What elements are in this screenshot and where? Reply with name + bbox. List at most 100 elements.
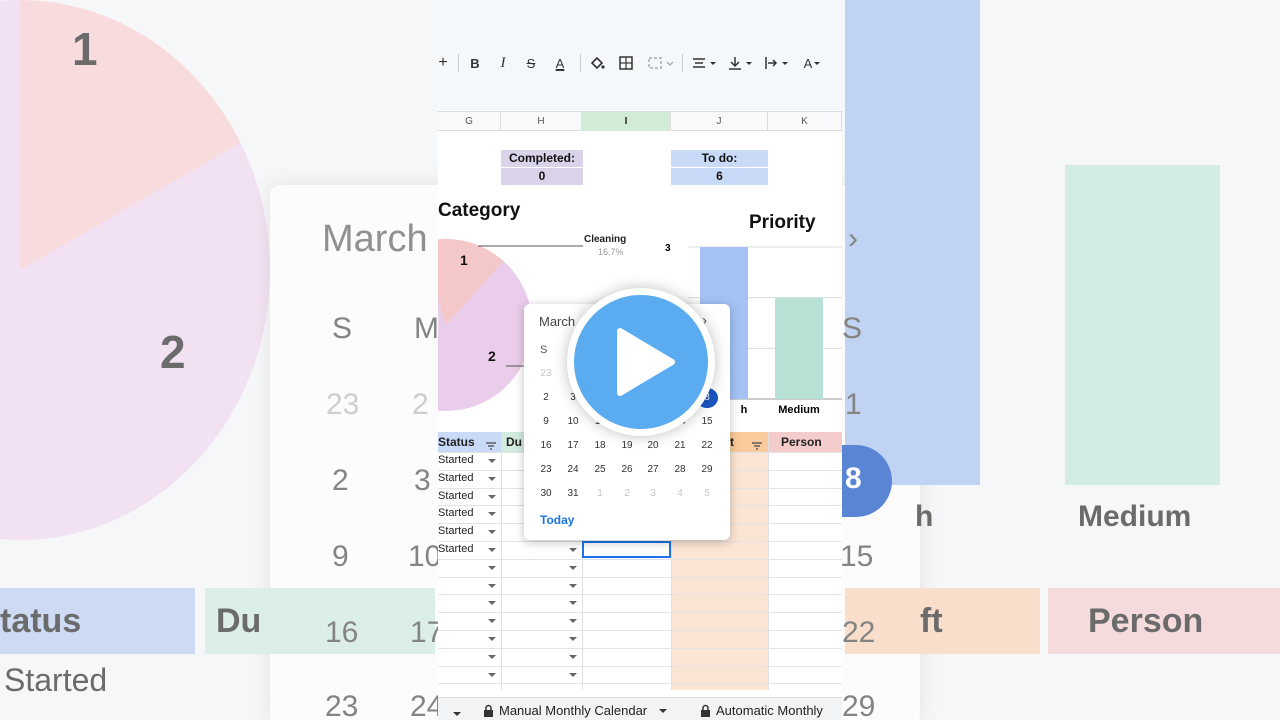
date-cell[interactable]: 19	[616, 436, 638, 456]
dropdown-caret-icon[interactable]	[488, 530, 496, 535]
date-cell[interactable]: 25	[589, 460, 611, 480]
status-cell[interactable]: Started	[438, 454, 473, 466]
italic-button[interactable]: I	[495, 52, 511, 74]
todo-label: To do:	[671, 150, 768, 167]
date-cell[interactable]: 30	[535, 484, 557, 504]
row-divider	[438, 612, 842, 614]
row-divider	[438, 558, 842, 560]
date-cell[interactable]: 5	[696, 484, 718, 504]
date-cell[interactable]: 2	[535, 388, 557, 408]
date-cell[interactable]: 3	[642, 484, 664, 504]
formatting-toolbar: + B I S A A	[438, 0, 842, 110]
todo-value: 6	[671, 168, 768, 185]
dropdown-caret-icon[interactable]	[488, 637, 496, 641]
date-cell[interactable]: 16	[535, 436, 557, 456]
text-color-button[interactable]: A	[549, 52, 571, 74]
date-cell[interactable]: 22	[696, 436, 718, 456]
date-cell[interactable]: 15	[696, 412, 718, 432]
y-tick-label: 3	[665, 243, 671, 254]
dropdown-caret-icon[interactable]	[488, 672, 496, 677]
strikethrough-button[interactable]: S	[523, 52, 539, 74]
sheet-tabs-bar: Manual Monthly Calendar Automatic Monthl…	[438, 697, 842, 720]
dropdown-caret-icon[interactable]	[569, 637, 577, 641]
bold-button[interactable]: B	[467, 52, 483, 74]
borders-icon[interactable]	[617, 52, 635, 74]
date-cell[interactable]: 31	[562, 484, 584, 504]
toolbar-divider	[458, 54, 459, 72]
date-cell[interactable]: 9	[535, 412, 557, 432]
chevron-down-icon[interactable]	[452, 705, 462, 720]
date-cell[interactable]: 2	[616, 484, 638, 504]
dropdown-caret-icon[interactable]	[569, 583, 577, 588]
filter-icon[interactable]	[485, 438, 497, 456]
play-button[interactable]	[567, 288, 715, 436]
date-cell[interactable]: 20	[642, 436, 664, 456]
column-header-k[interactable]: K	[768, 112, 842, 131]
dropdown-caret-icon[interactable]	[488, 565, 496, 570]
date-cell[interactable]: 27	[642, 460, 664, 480]
column-divider	[768, 432, 769, 690]
dropdown-caret-icon[interactable]	[488, 583, 496, 588]
text-rotation-button[interactable]: A	[798, 52, 828, 74]
date-cell[interactable]: 4	[669, 484, 691, 504]
status-cell[interactable]: Started	[438, 490, 473, 502]
toolbar-divider	[580, 54, 581, 72]
column-header-g[interactable]: G	[438, 112, 501, 131]
date-cell[interactable]: 29	[696, 460, 718, 480]
text-wrap-icon[interactable]	[762, 52, 792, 74]
date-cell[interactable]: 24	[562, 460, 584, 480]
today-button[interactable]: Today	[540, 513, 574, 527]
sheet-tab-automatic[interactable]: Automatic Monthly	[700, 703, 823, 718]
toolbar-divider	[682, 54, 683, 72]
paint-bucket-icon[interactable]	[588, 52, 606, 74]
date-cell[interactable]: 1	[589, 484, 611, 504]
dropdown-caret-icon[interactable]	[488, 494, 496, 499]
dropdown-caret-icon[interactable]	[569, 601, 577, 606]
date-cell[interactable]: 28	[669, 460, 691, 480]
dropdown-caret-icon[interactable]	[488, 476, 496, 481]
insert-button[interactable]: +	[438, 52, 448, 74]
x-axis-label: h	[741, 404, 748, 416]
dropdown-caret-icon[interactable]	[488, 459, 496, 463]
dropdown-caret-icon[interactable]	[569, 565, 577, 570]
chevron-down-icon	[659, 708, 668, 713]
pie-label-1: 1	[460, 252, 468, 268]
column-header-i[interactable]: I	[582, 112, 671, 131]
status-cell[interactable]: Started	[438, 472, 473, 484]
date-cell[interactable]: 17	[562, 436, 584, 456]
pie-annotation-cleaning: Cleaning	[584, 234, 627, 245]
filter-icon[interactable]	[751, 438, 763, 456]
dropdown-caret-icon[interactable]	[569, 672, 577, 677]
column-header-h[interactable]: H	[501, 112, 582, 131]
vertical-align-icon[interactable]	[726, 52, 756, 74]
active-cell[interactable]	[582, 541, 671, 558]
date-cell[interactable]: 21	[669, 436, 691, 456]
dropdown-caret-icon[interactable]	[569, 548, 577, 552]
dropdown-caret-icon[interactable]	[569, 619, 577, 624]
dropdown-caret-icon[interactable]	[488, 654, 496, 659]
date-cell[interactable]: 18	[589, 436, 611, 456]
dropdown-caret-icon[interactable]	[569, 654, 577, 659]
dropdown-caret-icon[interactable]	[488, 512, 496, 517]
status-cell[interactable]: Started	[438, 525, 473, 537]
header-person: Person	[781, 435, 822, 449]
column-header-bar: G H I J K	[438, 111, 842, 131]
merge-cells-icon[interactable]	[646, 52, 676, 74]
dropdown-caret-icon[interactable]	[488, 619, 496, 624]
dropdown-caret-icon[interactable]	[488, 601, 496, 606]
column-header-j[interactable]: J	[671, 112, 768, 131]
status-cell[interactable]: Started	[438, 507, 473, 519]
date-cell[interactable]: 23	[535, 364, 557, 384]
status-cell[interactable]: Started	[438, 543, 473, 555]
pie-label-2: 2	[488, 348, 496, 364]
dropdown-caret-icon[interactable]	[488, 548, 496, 552]
date-cell[interactable]: 10	[562, 412, 584, 432]
date-cell[interactable]: 26	[616, 460, 638, 480]
column-divider	[501, 432, 502, 690]
horizontal-align-icon[interactable]	[690, 52, 720, 74]
sheet-tab-manual[interactable]: Manual Monthly Calendar	[483, 703, 668, 718]
sheet-tab-manual-label: Manual Monthly Calendar	[499, 703, 648, 718]
lock-icon	[484, 704, 493, 717]
date-cell[interactable]: 23	[535, 460, 557, 480]
bar-medium	[775, 297, 823, 399]
